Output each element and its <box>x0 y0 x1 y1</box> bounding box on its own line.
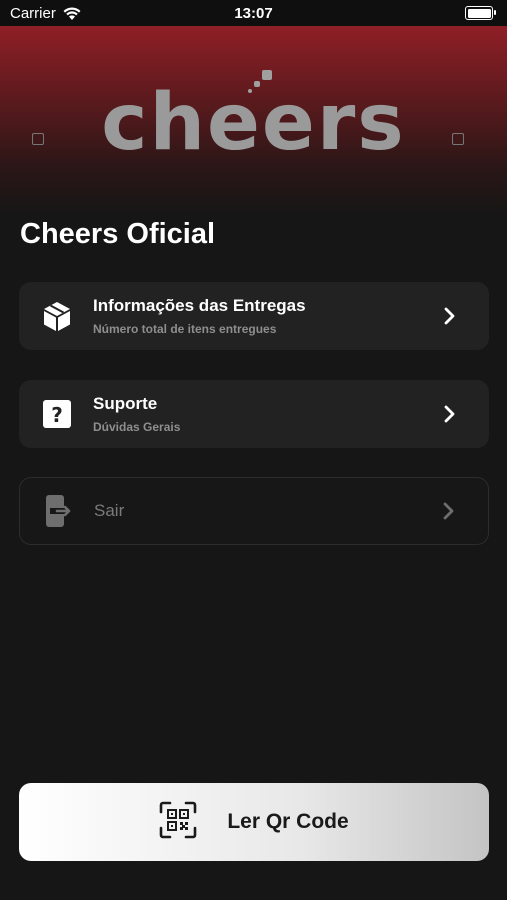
status-bar: Carrier 13:07 <box>0 0 507 26</box>
qr-scan-icon <box>159 801 197 844</box>
chevron-right-icon <box>437 304 461 328</box>
carrier-label: Carrier <box>10 4 56 22</box>
logo-dots <box>248 70 278 96</box>
page-title: Cheers Oficial <box>20 218 216 250</box>
menu-item-subtitle: Dúvidas Gerais <box>93 420 181 434</box>
chevron-right-icon <box>436 499 460 523</box>
menu-item-title: Suporte <box>93 394 158 413</box>
chevron-right-icon <box>437 402 461 426</box>
box-icon <box>39 298 75 334</box>
brand-header: cheers <box>0 26 507 216</box>
battery-icon <box>465 6 496 20</box>
menu-item-logout[interactable]: Sair <box>19 477 489 545</box>
read-qr-code-label: Ler Qr Code <box>227 810 349 833</box>
menu-item-subtitle: Número total de itens entregues <box>93 322 277 336</box>
logout-icon <box>40 493 76 529</box>
read-qr-code-button[interactable]: Ler Qr Code <box>19 783 489 861</box>
menu-item-support[interactable]: ? Suporte Dúvidas Gerais <box>19 380 489 448</box>
menu-item-deliveries[interactable]: Informações das Entregas Número total de… <box>19 282 489 350</box>
wifi-icon <box>63 6 81 20</box>
svg-text:?: ? <box>51 403 63 427</box>
question-icon: ? <box>39 396 75 432</box>
menu-item-title: Informações das Entregas <box>93 296 306 315</box>
menu-item-title: Sair <box>94 501 125 520</box>
